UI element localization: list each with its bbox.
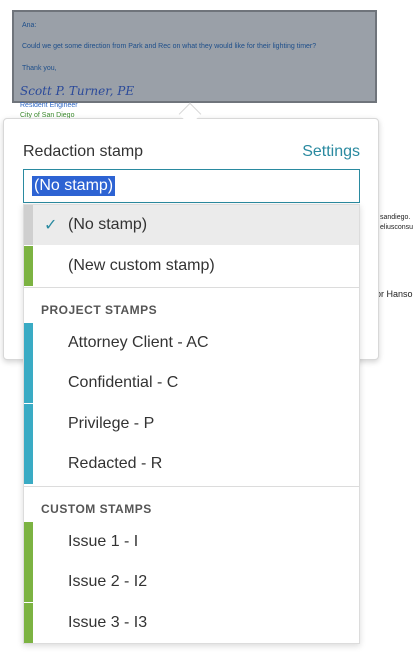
popover-title: Redaction stamp	[23, 143, 144, 160]
stamp-option-privilege[interactable]: Privilege - P	[24, 404, 359, 444]
stamp-option-label: (New custom stamp)	[68, 257, 215, 274]
stamp-option-label: Privilege - P	[68, 415, 155, 432]
stamp-dropdown-list: ✓ (No stamp) (New custom stamp) PROJECT …	[23, 204, 360, 644]
email-body: Could we get some direction from Park an…	[22, 43, 317, 50]
stamp-color-bar	[24, 363, 33, 403]
stamp-option-issue-1[interactable]: Issue 1 - I	[24, 522, 359, 562]
stamp-select-input[interactable]: (No stamp)	[23, 169, 360, 203]
stamp-option-no-stamp[interactable]: ✓ (No stamp)	[24, 205, 359, 245]
stamp-option-label: Confidential - C	[68, 374, 179, 391]
bg-fragment: eliusconsu	[380, 224, 413, 231]
stamp-option-label: Redacted - R	[68, 455, 163, 472]
stamp-color-bar	[24, 404, 33, 444]
stamp-option-confidential[interactable]: Confidential - C	[24, 363, 359, 403]
stamp-color-bar	[24, 246, 33, 286]
stamp-option-new-custom[interactable]: (New custom stamp)	[24, 246, 359, 286]
project-stamps-header: PROJECT STAMPS	[41, 303, 158, 317]
settings-link[interactable]: Settings	[302, 143, 360, 161]
stamp-option-redacted[interactable]: Redacted - R	[24, 444, 359, 484]
redacted-email-region[interactable]: Ana: Could we get some direction from Pa…	[12, 10, 377, 103]
stamp-color-bar	[24, 444, 33, 484]
stamp-color-bar	[24, 323, 33, 363]
stamp-color-bar	[24, 562, 33, 602]
stamp-option-issue-2[interactable]: Issue 2 - I2	[24, 562, 359, 602]
email-greeting: Ana:	[22, 22, 37, 29]
custom-stamps-header: CUSTOM STAMPS	[41, 502, 152, 516]
stamp-color-bar	[24, 205, 33, 245]
stamp-option-label: (No stamp)	[68, 216, 148, 233]
signature-title: Resident Engineer	[20, 102, 78, 109]
stamp-color-bar	[24, 522, 33, 562]
document-page: Ana: Could we get some direction from Pa…	[0, 0, 413, 666]
divider	[24, 486, 359, 487]
bg-fragment: or Hanso	[376, 289, 413, 299]
email-signature: Scott P. Turner, PE	[20, 84, 135, 98]
stamp-option-label: Issue 2 - I2	[68, 573, 148, 590]
stamp-option-label: Issue 3 - I3	[68, 614, 148, 631]
checkmark-icon: ✓	[44, 217, 58, 234]
stamp-option-label: Attorney Client - AC	[68, 334, 209, 351]
stamp-option-label: Issue 1 - I	[68, 533, 139, 550]
bg-fragment: sandiego.	[380, 214, 411, 221]
stamp-input-value: (No stamp)	[32, 176, 116, 196]
email-closing: Thank you,	[22, 65, 57, 72]
stamp-color-bar	[24, 603, 33, 643]
stamp-option-issue-3[interactable]: Issue 3 - I3	[24, 603, 359, 643]
divider	[24, 287, 359, 288]
stamp-option-attorney-client[interactable]: Attorney Client - AC	[24, 323, 359, 363]
